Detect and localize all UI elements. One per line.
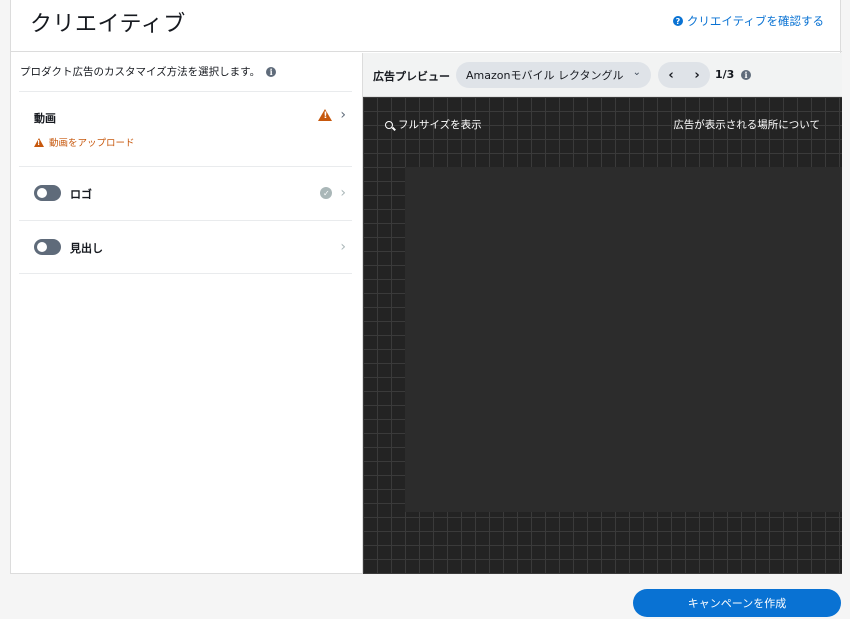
video-upload-warning-text: 動画をアップロード xyxy=(49,138,135,149)
ad-placement-link[interactable]: 広告が表示される場所について xyxy=(673,117,820,132)
check-circle-icon: ✓ xyxy=(320,187,333,199)
create-campaign-button[interactable]: キャンペーンを作成 xyxy=(633,589,841,617)
warning-icon xyxy=(318,109,333,121)
warning-icon xyxy=(34,137,44,147)
video-upload-warning: 動画をアップロード xyxy=(34,135,135,149)
video-row-title: 動画 xyxy=(34,112,56,125)
review-creative-label: クリエイティブを確認する xyxy=(686,14,824,28)
video-row-status: › xyxy=(318,108,346,122)
preview-pager: ‹ › xyxy=(658,62,710,88)
headline-row[interactable]: 見出し › xyxy=(19,220,352,274)
video-row[interactable]: 動画 動画をアップロード › xyxy=(19,91,352,166)
search-icon xyxy=(385,120,393,129)
previous-button[interactable]: ‹ xyxy=(658,62,684,88)
logo-toggle[interactable] xyxy=(34,185,61,201)
ad-preview-canvas: フルサイズを表示 広告が表示される場所について xyxy=(363,97,842,574)
customization-panel: プロダクト広告のカスタマイズ方法を選択します。 i 動画 動画をアップロード ›… xyxy=(11,53,362,574)
ad-preview-area xyxy=(405,167,842,512)
headline-row-status: › xyxy=(340,240,346,254)
logo-row[interactable]: ロゴ ✓ › xyxy=(19,166,352,220)
page-title: クリエイティブ xyxy=(30,12,186,37)
page-indicator: 1/3 xyxy=(715,68,735,81)
review-creative-link[interactable]: ? クリエイティブを確認する xyxy=(672,13,824,29)
fullsize-label: フルサイズを表示 xyxy=(398,119,482,131)
logo-row-status: ✓ › xyxy=(320,186,346,200)
info-icon[interactable]: i xyxy=(741,70,751,80)
chevron-right-icon: › xyxy=(340,185,346,201)
headline-toggle[interactable] xyxy=(34,239,61,255)
chevron-right-icon: › xyxy=(340,239,346,255)
chevron-down-icon: ⌄ xyxy=(632,67,641,78)
info-icon[interactable]: i xyxy=(266,66,277,77)
headline-row-title: 見出し xyxy=(70,242,103,255)
creative-card: クリエイティブ ? クリエイティブを確認する プロダクト広告のカスタマイズ方法を… xyxy=(10,0,842,574)
card-header: クリエイティブ ? クリエイティブを確認する xyxy=(11,0,842,52)
ad-preview-panel: 広告プレビュー Amazonモバイル レクタングル ⌄ ‹ › 1/3 i フル… xyxy=(362,53,842,574)
ad-preview-label: 広告プレビュー xyxy=(373,70,450,83)
fullsize-link[interactable]: フルサイズを表示 xyxy=(385,117,482,132)
ad-format-value: Amazonモバイル レクタングル xyxy=(466,69,624,82)
chevron-right-icon: › xyxy=(340,107,346,123)
ad-format-select[interactable]: Amazonモバイル レクタングル ⌄ xyxy=(456,62,651,88)
customization-heading: プロダクト広告のカスタマイズ方法を選択します。 i xyxy=(20,64,277,79)
logo-row-title: ロゴ xyxy=(70,188,92,201)
next-button[interactable]: › xyxy=(684,62,710,88)
customization-heading-text: プロダクト広告のカスタマイズ方法を選択します。 xyxy=(20,66,261,78)
question-circle-icon: ? xyxy=(672,16,683,26)
ad-preview-toolbar: 広告プレビュー Amazonモバイル レクタングル ⌄ ‹ › 1/3 i xyxy=(363,53,842,97)
